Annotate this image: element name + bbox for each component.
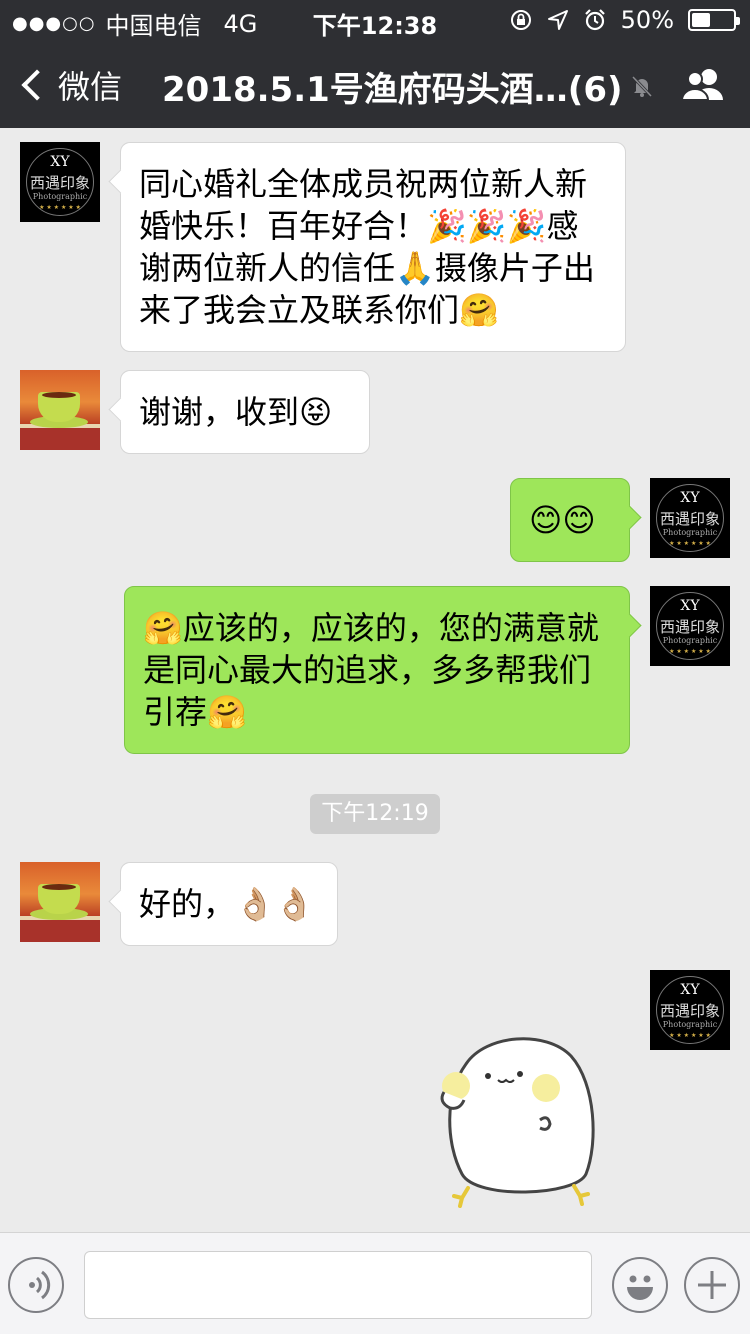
avatar[interactable]: XY 西遇印象 Photographic ★ ★ ★ ★ ★ ★ [650, 586, 730, 666]
more-button[interactable] [684, 1257, 740, 1313]
battery-icon [688, 9, 740, 31]
avatar[interactable]: XY 西遇印象 Photographic ★ ★ ★ ★ ★ ★ [20, 142, 100, 222]
logo-stars: ★ ★ ★ ★ ★ ★ [669, 540, 711, 547]
message-bubble[interactable]: 谢谢，收到😝 [120, 370, 370, 454]
emoji-button[interactable] [612, 1257, 668, 1313]
avatar[interactable]: XY 西遇印象 Photographic ★ ★ ★ ★ ★ ★ [650, 478, 730, 558]
logo-text: Photographic [32, 192, 88, 201]
message-bubble[interactable]: 😊😊 [510, 478, 630, 562]
avatar[interactable] [20, 370, 100, 450]
logo-stars: ★ ★ ★ ★ ★ ★ [669, 1032, 711, 1039]
logo-stars: ★ ★ ★ ★ ★ ★ [39, 204, 81, 211]
logo-text: 西遇印象 [659, 618, 720, 636]
navigation-bar: 微信 2018.5.1号渔府码头酒…(6) [0, 40, 750, 128]
message-text: 好的，👌🏼👌🏼 [139, 885, 315, 923]
battery-percentage: 50% [620, 6, 674, 34]
emoji-icon [627, 1275, 653, 1300]
status-right: 50% [509, 6, 740, 34]
message-text: 🤗应该的，应该的，您的满意就是同心最大的追求，多多帮我们引荐🤗 [143, 609, 599, 731]
voice-button[interactable] [8, 1257, 64, 1313]
message-bubble[interactable]: 🤗应该的，应该的，您的满意就是同心最大的追求，多多帮我们引荐🤗 [124, 586, 630, 754]
avatar[interactable]: XY 西遇印象 Photographic ★ ★ ★ ★ ★ ★ [650, 970, 730, 1050]
tea-shape [42, 884, 76, 890]
logo-text: XY [680, 982, 700, 998]
chevron-left-icon [21, 69, 53, 101]
logo-text: XY [680, 490, 700, 506]
alarm-icon [584, 9, 605, 31]
group-members-icon[interactable] [680, 66, 726, 102]
logo-text: Photographic [662, 528, 718, 537]
logo-text: Photographic [662, 1020, 718, 1029]
message-bubble[interactable]: 好的，👌🏼👌🏼 [120, 862, 338, 946]
message-text: 谢谢，收到😝 [139, 393, 333, 431]
rotation-lock-icon [510, 10, 531, 30]
message-bubble[interactable]: 同心婚礼全体成员祝两位新人新婚快乐！百年好合！🎉🎉🎉感谢两位新人的信任🙏摄像片子… [120, 142, 626, 352]
message-input[interactable] [84, 1251, 592, 1319]
logo-text: 西遇印象 [659, 1002, 720, 1020]
location-arrow-icon [547, 10, 568, 30]
message-text: 同心婚礼全体成员祝两位新人新婚快乐！百年好合！🎉🎉🎉感谢两位新人的信任🙏摄像片子… [139, 165, 595, 329]
back-button[interactable]: 微信 [18, 62, 122, 108]
input-bar [0, 1232, 750, 1334]
logo-text: 西遇印象 [659, 510, 720, 528]
logo-text: Photographic [662, 636, 718, 645]
plus-icon [698, 1271, 726, 1299]
message-text: 😊😊 [529, 501, 596, 539]
tea-shape [42, 392, 76, 398]
logo-text: 西遇印象 [29, 174, 90, 192]
mute-bell-icon [631, 75, 653, 98]
chat-area[interactable]: XY 西遇印象 Photographic ★ ★ ★ ★ ★ ★ 同心婚礼全体成… [0, 128, 750, 1232]
time-divider: 下午12:19 [310, 794, 440, 834]
status-bar: ●●●○○ 中国电信 4G 下午12:38 50% [0, 0, 750, 40]
chat-title: 2018.5.1号渔府码头酒…(6) [162, 70, 623, 110]
logo-stars: ★ ★ ★ ★ ★ ★ [669, 648, 711, 655]
white-seal-sticker[interactable] [436, 1024, 606, 1214]
back-label: 微信 [58, 68, 123, 106]
logo-text: XY [50, 154, 70, 170]
avatar[interactable] [20, 862, 100, 942]
voice-icon [29, 1270, 51, 1300]
logo-text: XY [680, 598, 700, 614]
